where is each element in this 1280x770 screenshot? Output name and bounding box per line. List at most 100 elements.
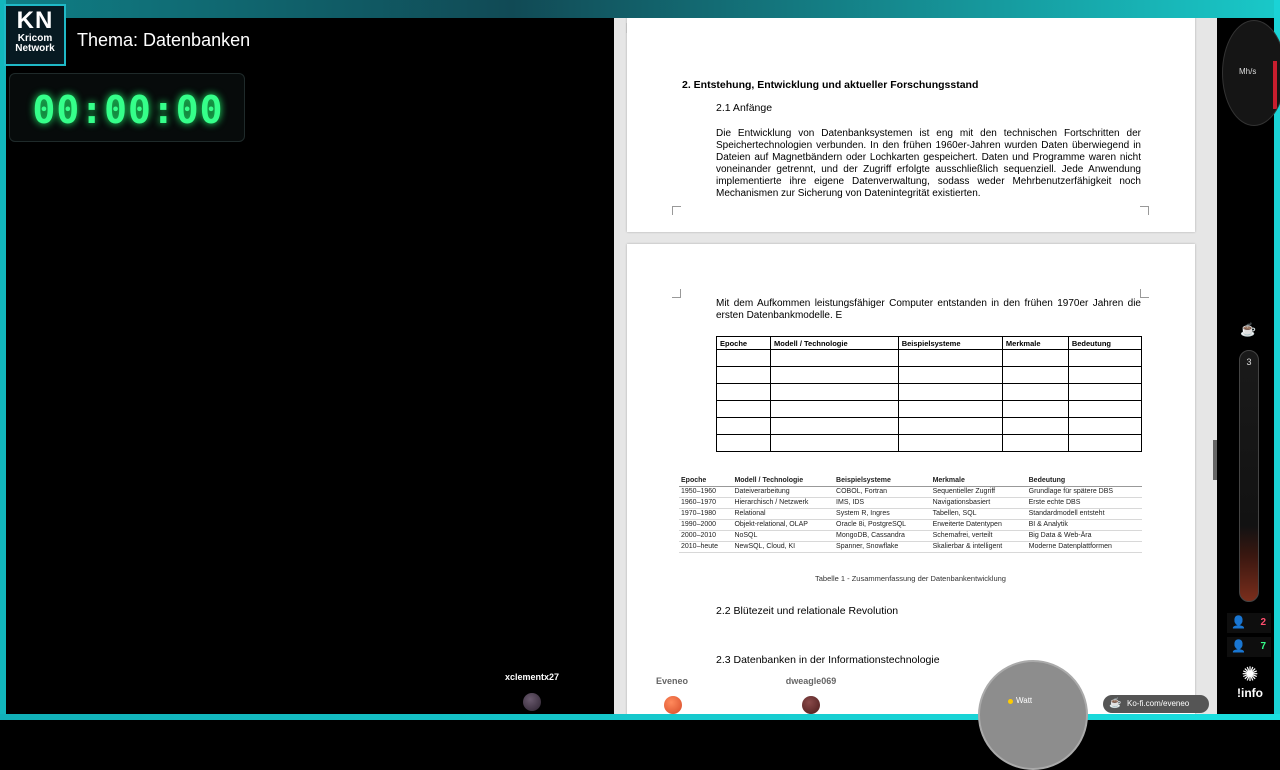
table-row[interactable]: 1970–1980 Relational System R, Ingres Ta… [679,508,1142,520]
frame-bottom [0,714,1280,720]
table-cell: Skalierbar & intelligent [930,541,1027,553]
table-header[interactable]: Epoche [716,336,771,350]
table-row[interactable] [716,417,1143,435]
user-icon: 👤 [1231,639,1246,653]
table-row[interactable] [716,434,1143,452]
paragraph-anfaenge[interactable]: Die Entwicklung von Datenbanksystemen is… [716,128,1141,200]
vertical-scrollbar[interactable] [1209,22,1217,712]
gauge-indicator-dot [1008,699,1013,704]
table-header: Merkmale [930,476,1027,487]
heading-2-1: 2.1 Anfänge [716,102,773,114]
heading-2-2: 2.2 Blütezeit und relationale Revolution [716,605,899,617]
table-row[interactable] [716,383,1143,401]
table-header[interactable]: Modell / Technologie [770,336,899,350]
table-header[interactable]: Beispielsysteme [897,336,1003,350]
table-cell: Grundlage für spätere DBS [1026,486,1142,498]
viewer-avatar [802,696,820,714]
empty-table[interactable]: Epoche Modell / Technologie Beispielsyst… [716,336,1143,452]
table-cell: 2010–heute [679,541,733,553]
summary-table[interactable]: Epoche Modell / Technologie Beispielsyst… [679,476,1142,553]
table-cell: 1990–2000 [679,519,733,531]
table-header: Modell / Technologie [732,476,835,487]
kofi-badge[interactable]: ☕ Ko-fi.com/eveneo [1103,695,1209,713]
paragraph-aufkommen[interactable]: Mit dem Aufkommen leistungsfähiger Compu… [716,298,1141,322]
table-cell: NoSQL [732,530,835,542]
table-cell: Standardmodell entsteht [1026,508,1142,520]
viewer-name: dweagle069 [785,676,837,686]
viewer-name: Eveneo [655,676,688,686]
margin-mark [672,206,681,215]
table-cell: MongoDB, Cassandra [834,530,931,542]
table-header[interactable]: Bedeutung [1067,336,1143,350]
viewer-count-b: 7 [1260,641,1266,652]
kofi-cup-icon: ☕ [1109,698,1122,709]
timer-display: 00:00:00 [32,88,224,132]
table-row[interactable] [716,349,1143,367]
info-widget: ✺ !info [1232,664,1268,700]
table-cell: Relational [732,508,835,520]
table-cell: Hierarchisch / Netzwerk [732,497,835,509]
user-icon: 👤 [1231,615,1246,629]
table-cell: Oracle 8i, PostgreSQL [834,519,931,531]
robot-icon: ✺ [1241,664,1259,686]
table-cell: 1950–1960 [679,486,733,498]
table-header[interactable]: Merkmale [1001,336,1069,350]
table-cell: 1970–1980 [679,508,733,520]
viewer-count-a: 2 [1260,617,1266,628]
margin-mark [1140,206,1149,215]
table-cell: COBOL, Fortran [834,486,931,498]
viewer-name: xclementx27 [504,672,560,682]
margin-mark [1140,289,1149,298]
table-cell: BI & Analytik [1026,519,1142,531]
viewer-stat-b: 👤 7 [1227,637,1271,657]
table-cell: Objekt-relational, OLAP [732,519,835,531]
scrollbar-thumb[interactable] [1213,440,1217,480]
viewer-avatar [664,696,682,714]
table-row[interactable]: 2000–2010 NoSQL MongoDB, Cassandra Schem… [679,530,1142,542]
gauge-redline [1273,61,1277,109]
table-cell: System R, Ingres [834,508,931,520]
logo-line2: Network [15,43,55,54]
heading-2-3: 2.3 Datenbanken in der Informationstechn… [716,654,940,666]
table-cell: Navigationsbasiert [930,497,1027,509]
table-row[interactable]: 1990–2000 Objekt-relational, OLAP Oracle… [679,519,1142,531]
table-cell: Big Data & Web-Ära [1026,530,1142,542]
hashrate-gauge: Mh/s [1222,20,1280,126]
table-caption: Tabelle 1 - Zusammenfassung der Datenban… [815,574,1006,583]
document-viewer[interactable]: 2. Entstehung, Entwicklung und aktueller… [614,18,1217,714]
tube-level-value: 3 [1246,357,1252,367]
table-cell: Sequentieller Zugriff [930,486,1027,498]
table-cell: NewSQL, Cloud, KI [732,541,835,553]
table-row[interactable]: 1950–1960 Dateiverarbeitung COBOL, Fortr… [679,486,1142,498]
watt-gauge: Watt [978,660,1088,770]
table-cell: Schemafrei, verteilt [930,530,1027,542]
viewer-stat-a: 👤 2 [1227,613,1271,633]
kofi-link[interactable]: Ko-fi.com/eveneo [1127,695,1189,713]
table-cell: Spanner, Snowflake [834,541,931,553]
table-row[interactable]: 2010–heute NewSQL, Cloud, KI Spanner, Sn… [679,541,1142,553]
table-cell: Erste echte DBS [1026,497,1142,509]
heading-section-2: 2. Entstehung, Entwicklung und aktueller… [682,79,979,91]
coffee-level-tube: 3 [1239,350,1259,602]
table-cell: IMS, IDS [834,497,931,509]
timer-panel: 00:00:00 [9,73,245,142]
frame-top [0,0,1280,18]
table-cell: Dateiverarbeitung [732,486,835,498]
logo-main: KN [16,7,54,34]
table-header: Bedeutung [1026,476,1142,487]
table-row[interactable]: 1960–1970 Hierarchisch / Netzwerk IMS, I… [679,497,1142,509]
table-row[interactable] [716,400,1143,418]
watt-label: Watt [1016,696,1033,705]
table-cell: Erweiterte Datentypen [930,519,1027,531]
table-header: Beispielsysteme [834,476,931,487]
table-cell: 1960–1970 [679,497,733,509]
table-header: Epoche [679,476,733,487]
table-cell: Tabellen, SQL [930,508,1027,520]
table-row[interactable] [716,366,1143,384]
gauge-unit-label: Mh/s [1239,67,1257,76]
stream-theme-title: Thema: Datenbanken [77,30,251,50]
document-page-2[interactable]: Mit dem Aufkommen leistungsfähiger Compu… [627,244,1195,714]
coffee-icon: ☕ [1240,322,1257,337]
table-cell: 2000–2010 [679,530,733,542]
document-page-1[interactable]: 2. Entstehung, Entwicklung und aktueller… [627,18,1195,232]
